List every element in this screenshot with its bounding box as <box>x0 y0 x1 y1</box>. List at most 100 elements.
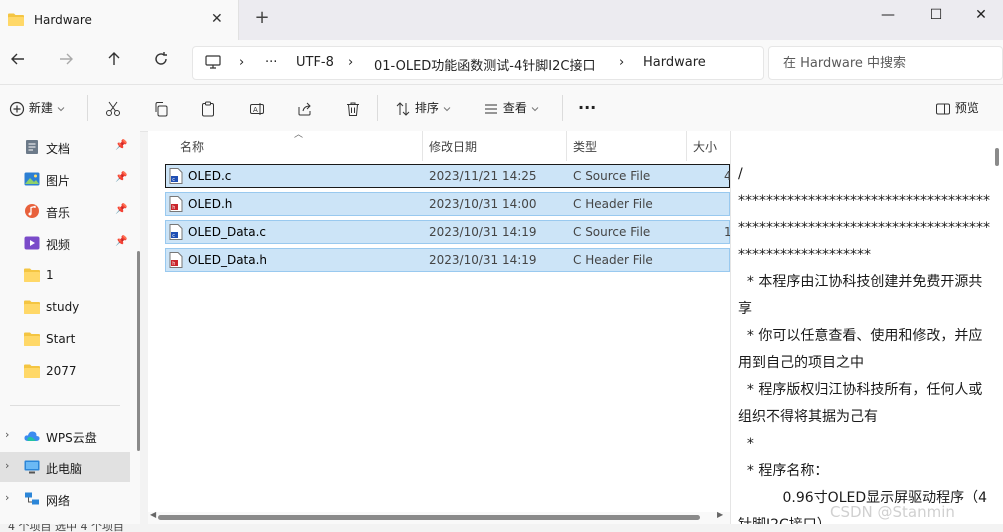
column-header-type[interactable]: 类型 <box>573 138 597 155</box>
c-header-file-icon: h <box>169 252 183 268</box>
search-box[interactable] <box>768 46 1003 80</box>
new-button[interactable]: 新建 <box>9 96 65 120</box>
sidebar-item-label: 1 <box>46 268 54 282</box>
copy-icon <box>155 101 168 116</box>
chevron-down-icon <box>57 106 65 111</box>
share-button[interactable] <box>297 96 313 120</box>
sidebar-item-2077[interactable]: 2077 <box>0 356 130 386</box>
search-input[interactable] <box>781 52 995 74</box>
sidebar-item-music[interactable]: 音乐 📌 <box>0 196 130 226</box>
sidebar-item-label: 文档 <box>46 142 71 156</box>
file-row-oled-data-c[interactable]: c OLED_Data.c 2023/10/31 14:19 C Source … <box>165 220 732 244</box>
sort-button[interactable]: 排序 <box>395 96 451 120</box>
sidebar-item-network[interactable]: › 网络 <box>0 484 130 514</box>
file-row-oled-c[interactable]: c OLED.c 2023/11/21 14:25 C Source File … <box>165 164 732 188</box>
file-type: C Header File <box>573 253 653 267</box>
view-button[interactable]: 查看 <box>483 96 539 120</box>
trash-icon <box>347 102 359 116</box>
command-bar: 新建 A 排序 查看 ··· 预览 <box>0 85 1003 132</box>
up-button[interactable] <box>102 50 126 74</box>
sidebar-item-documents[interactable]: 文档 📌 <box>0 132 130 162</box>
column-header-name[interactable]: 名称 <box>180 138 204 155</box>
share-icon <box>298 102 311 115</box>
paste-button[interactable] <box>200 96 216 120</box>
close-window-button[interactable]: ✕ <box>958 4 1003 26</box>
sidebar-item-start[interactable]: Start <box>0 324 130 354</box>
network-icon <box>25 492 39 505</box>
file-name: OLED_Data.h <box>188 253 268 267</box>
breadcrumb-utf8[interactable]: UTF-8 <box>296 55 334 70</box>
breadcrumb-separator: › <box>619 55 625 70</box>
column-divider[interactable] <box>422 131 423 161</box>
new-tab-button[interactable]: + <box>252 8 272 28</box>
scissors-icon <box>106 101 120 116</box>
sort-label: 排序 <box>414 101 439 115</box>
this-pc-icon <box>24 460 40 474</box>
chevron-right-icon[interactable]: › <box>5 459 9 472</box>
breadcrumb-separator: › <box>239 55 245 70</box>
cut-button[interactable] <box>105 96 121 120</box>
svg-text:h: h <box>172 205 175 211</box>
cloud-icon <box>24 431 40 441</box>
column-header-date[interactable]: 修改日期 <box>429 138 477 155</box>
column-header-size[interactable]: 大小 <box>693 138 717 155</box>
title-bar: Hardware ✕ + — ☐ ✕ <box>0 0 1003 40</box>
plus-circle-icon <box>9 101 25 116</box>
chevron-right-icon[interactable]: › <box>5 428 9 441</box>
minimize-button[interactable]: — <box>865 4 911 26</box>
column-divider[interactable] <box>686 131 687 161</box>
file-name: OLED_Data.c <box>188 225 267 239</box>
chevron-down-icon <box>443 106 451 111</box>
c-source-file-icon: c <box>169 168 183 184</box>
preview-scrollbar[interactable] <box>995 148 999 166</box>
copy-button[interactable] <box>153 96 169 120</box>
preview-label: 预览 <box>954 101 979 115</box>
file-name: OLED.c <box>188 169 232 183</box>
music-icon <box>25 204 39 218</box>
sort-icon <box>396 101 410 116</box>
file-date: 2023/11/21 14:25 <box>429 169 537 183</box>
chevron-right-icon[interactable]: › <box>5 491 9 504</box>
preview-content: / **************************************… <box>738 166 990 532</box>
sidebar-item-this-pc[interactable]: › 此电脑 <box>0 452 130 482</box>
rename-icon: A <box>250 102 264 115</box>
sidebar-item-label: 视频 <box>46 238 71 252</box>
refresh-button[interactable] <box>149 50 173 74</box>
file-row-oled-h[interactable]: h OLED.h 2023/10/31 14:00 C Header File <box>165 192 730 216</box>
rename-button[interactable]: A <box>249 96 265 120</box>
view-list-icon <box>485 104 497 113</box>
back-button[interactable] <box>6 50 30 74</box>
preview-button[interactable]: 预览 <box>935 96 979 120</box>
tab-hardware[interactable]: Hardware ✕ <box>0 0 239 40</box>
sidebar-item-study[interactable]: study <box>0 292 130 322</box>
videos-icon <box>24 236 40 250</box>
sidebar-scrollbar[interactable] <box>137 251 140 451</box>
sort-ascending-icon: ︿ <box>294 130 304 140</box>
scroll-left-icon[interactable]: ◀ <box>150 510 156 519</box>
file-date: 2023/10/31 14:19 <box>429 225 537 239</box>
breadcrumb-hardware[interactable]: Hardware <box>643 55 706 70</box>
sidebar-item-wps-cloud[interactable]: › WPS云盘 <box>0 421 130 451</box>
breadcrumb-project[interactable]: 01-OLED功能函数测试-4针脚I2C接口 <box>374 55 595 74</box>
scroll-right-icon[interactable]: ▶ <box>717 510 723 519</box>
more-options-button[interactable]: ··· <box>578 96 596 120</box>
svg-text:h: h <box>172 261 175 267</box>
forward-button[interactable] <box>54 50 78 74</box>
folder-icon <box>24 332 40 346</box>
sidebar-item-videos[interactable]: 视频 📌 <box>0 228 130 258</box>
sidebar-item-pictures[interactable]: 图片 📌 <box>0 164 130 194</box>
address-bar[interactable]: › ··· UTF-8 › 01-OLED功能函数测试-4针脚I2C接口 › H… <box>192 46 764 80</box>
maximize-button[interactable]: ☐ <box>913 4 959 26</box>
file-type: C Header File <box>573 197 653 211</box>
divider <box>87 95 88 121</box>
arrow-right-icon <box>60 53 73 65</box>
file-row-oled-data-h[interactable]: h OLED_Data.h 2023/10/31 14:19 C Header … <box>165 248 730 272</box>
tab-close-icon[interactable]: ✕ <box>211 11 223 27</box>
breadcrumb-more[interactable]: ··· <box>265 55 277 70</box>
preview-pane: / **************************************… <box>730 131 1003 532</box>
tab-title: Hardware <box>34 13 92 27</box>
delete-button[interactable] <box>345 96 361 120</box>
sidebar-item-folder-1[interactable]: 1 <box>0 260 130 290</box>
column-divider[interactable] <box>566 131 567 161</box>
horizontal-scrollbar-thumb[interactable] <box>158 515 700 520</box>
